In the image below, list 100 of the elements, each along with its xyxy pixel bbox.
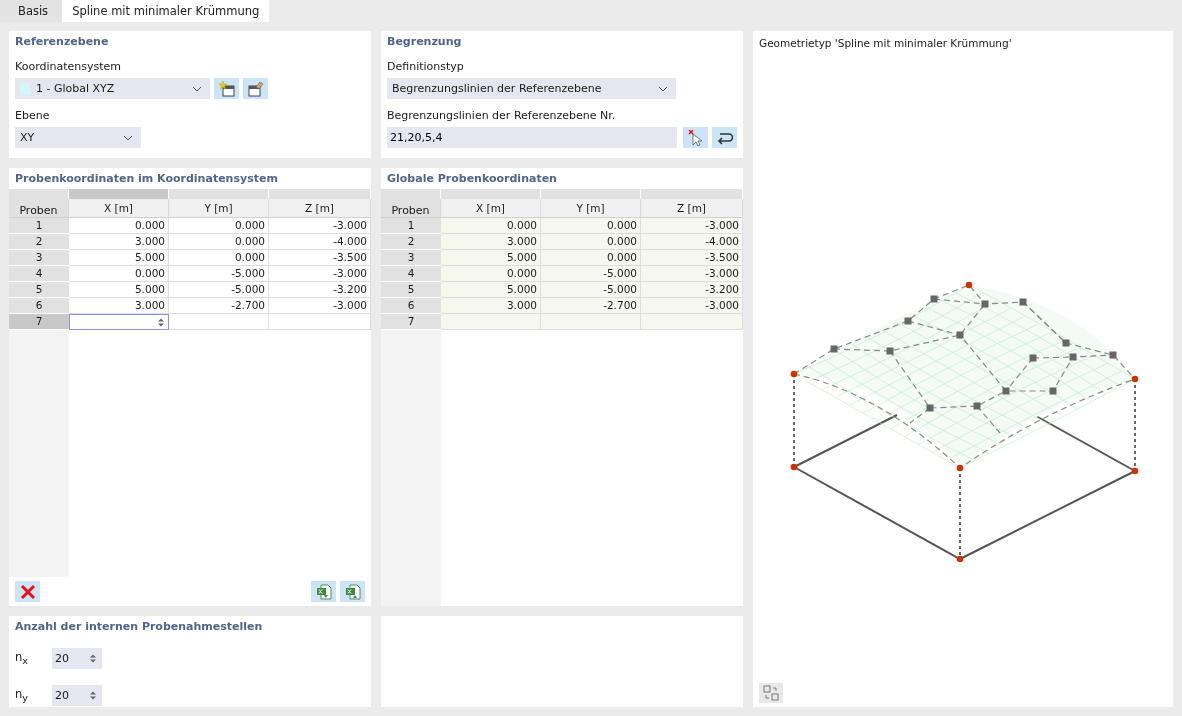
dropdown-value: 1 - Global XYZ xyxy=(36,82,116,95)
count-spin-field[interactable]: 20 xyxy=(52,648,102,669)
column-header: Proben xyxy=(381,199,441,218)
table-cell: 5.000 xyxy=(441,282,541,298)
table-cell: -5.000 xyxy=(169,266,269,282)
section-title: Probenkoordinaten im Koordinatensystem xyxy=(14,172,279,187)
section-title: Begrenzung xyxy=(387,35,463,50)
table-cell: 0.000 xyxy=(541,250,641,266)
row-header: 7 xyxy=(381,314,441,330)
row-header: 4 xyxy=(9,266,69,282)
field-label: Definitionstyp xyxy=(387,60,465,75)
table-cell: 0.000 xyxy=(169,218,269,234)
column-header: X [m] xyxy=(69,199,169,218)
spreadsheet-icon xyxy=(315,583,332,600)
table-cell: -5.000 xyxy=(541,282,641,298)
row-header: 6 xyxy=(381,298,441,314)
table-cell: -2.700 xyxy=(169,298,269,314)
close-icon xyxy=(19,583,36,600)
pick-button[interactable] xyxy=(683,127,708,148)
row-header: 3 xyxy=(381,250,441,266)
definition-type-dropdown[interactable]: Begrenzungslinien der Referenzebene xyxy=(387,78,676,99)
table-cell: 0.000 xyxy=(541,218,641,234)
table-cell: -2.700 xyxy=(541,298,641,314)
table-cell: 0.000 xyxy=(169,250,269,266)
table-cell: -3.500 xyxy=(641,250,743,266)
cursor-icon xyxy=(687,129,704,146)
row-header: 6 xyxy=(9,298,69,314)
plane-dropdown[interactable]: XY xyxy=(15,127,141,148)
spinner-arrows-icon xyxy=(158,317,164,327)
window-hand-icon xyxy=(247,80,264,97)
table-cell: -3.200 xyxy=(269,282,371,298)
table-cell: 5.000 xyxy=(69,250,169,266)
delete-button[interactable] xyxy=(15,581,40,602)
row-header: 2 xyxy=(381,234,441,250)
import-button[interactable] xyxy=(340,581,365,602)
column-header: Proben xyxy=(9,199,69,218)
field-label: n$_{y}$ xyxy=(15,687,29,704)
table-cell: 5.000 xyxy=(441,250,541,266)
lines-input-field[interactable]: 21,20,5,4 xyxy=(387,127,677,148)
table-cell: 0.000 xyxy=(169,234,269,250)
field-label: n$_{x}$ xyxy=(15,650,29,667)
column-header: Y [m] xyxy=(169,199,269,218)
row-header: 4 xyxy=(381,266,441,282)
dropdown-value: Begrenzungslinien der Referenzebene xyxy=(392,82,603,95)
table-cell: 3.000 xyxy=(441,234,541,250)
table-cell: 0.000 xyxy=(69,266,169,282)
chevron-down-icon xyxy=(123,134,133,141)
row-header: 2 xyxy=(9,234,69,250)
field-label: Ebene xyxy=(15,109,51,124)
column-header: Y [m] xyxy=(541,199,641,218)
table-cell: -3.000 xyxy=(269,298,371,314)
table-cell: 3.000 xyxy=(69,298,169,314)
coordinate-system-dropdown[interactable]: 1 - Global XYZ xyxy=(15,78,210,99)
view-swap-icon xyxy=(763,685,779,701)
table-cell: -3.000 xyxy=(641,218,743,234)
table-cell: 0.000 xyxy=(441,218,541,234)
table-cell: -4.000 xyxy=(641,234,743,250)
tab[interactable]: Spline mit minimaler Krümmung xyxy=(62,0,270,22)
row-header: 1 xyxy=(381,218,441,234)
section-title: Anzahl der internen Probenahmestellen xyxy=(15,620,264,635)
table-cell: 3.000 xyxy=(69,234,169,250)
table-cell: -3.000 xyxy=(641,298,743,314)
field-label: Begrenzungslinien der Referenzebene Nr. xyxy=(387,109,617,124)
spinner-arrows-icon xyxy=(90,654,96,663)
column-header: X [m] xyxy=(441,199,541,218)
table-cell: -3.000 xyxy=(641,266,743,282)
chevron-down-icon xyxy=(658,85,668,92)
table-cell: 0.000 xyxy=(69,218,169,234)
row-header: 5 xyxy=(381,282,441,298)
table-cell: -3.500 xyxy=(269,250,371,266)
table-cell: -3.200 xyxy=(641,282,743,298)
table-cell: 3.000 xyxy=(441,298,541,314)
table-cell: -5.000 xyxy=(541,266,641,282)
table-cell: -3.000 xyxy=(269,266,371,282)
table-cell: 0.000 xyxy=(541,234,641,250)
table-cell: -3.000 xyxy=(269,218,371,234)
dropdown-value: XY xyxy=(20,131,36,144)
row-header: 1 xyxy=(9,218,69,234)
count-spin-field[interactable]: 20 xyxy=(52,685,102,706)
row-header: 3 xyxy=(9,250,69,266)
preview-title: Geometrietyp 'Spline mit minimaler Krümmung' xyxy=(759,37,1013,51)
reverse-button[interactable] xyxy=(712,127,737,148)
chevron-down-icon xyxy=(192,85,202,92)
table-cell: -4.000 xyxy=(269,234,371,250)
edit-button[interactable] xyxy=(243,78,268,99)
column-header: Z [m] xyxy=(641,199,743,218)
tab[interactable]: Basis xyxy=(0,0,63,22)
table-cell: -5.000 xyxy=(169,282,269,298)
column-header: Z [m] xyxy=(269,199,371,218)
row-header: 5 xyxy=(9,282,69,298)
section-title: Globale Probenkoordinaten xyxy=(386,172,558,187)
window-star-icon xyxy=(218,80,235,97)
new-button[interactable] xyxy=(214,78,239,99)
spinner-arrows-icon xyxy=(90,691,96,700)
export-button[interactable] xyxy=(311,581,336,602)
table-cell: 5.000 xyxy=(69,282,169,298)
spreadsheet-icon xyxy=(344,583,361,600)
section-title: Referenzebene xyxy=(15,35,110,50)
cell-spin-field[interactable] xyxy=(69,314,169,330)
field-label: Koordinatensystem xyxy=(15,60,123,75)
